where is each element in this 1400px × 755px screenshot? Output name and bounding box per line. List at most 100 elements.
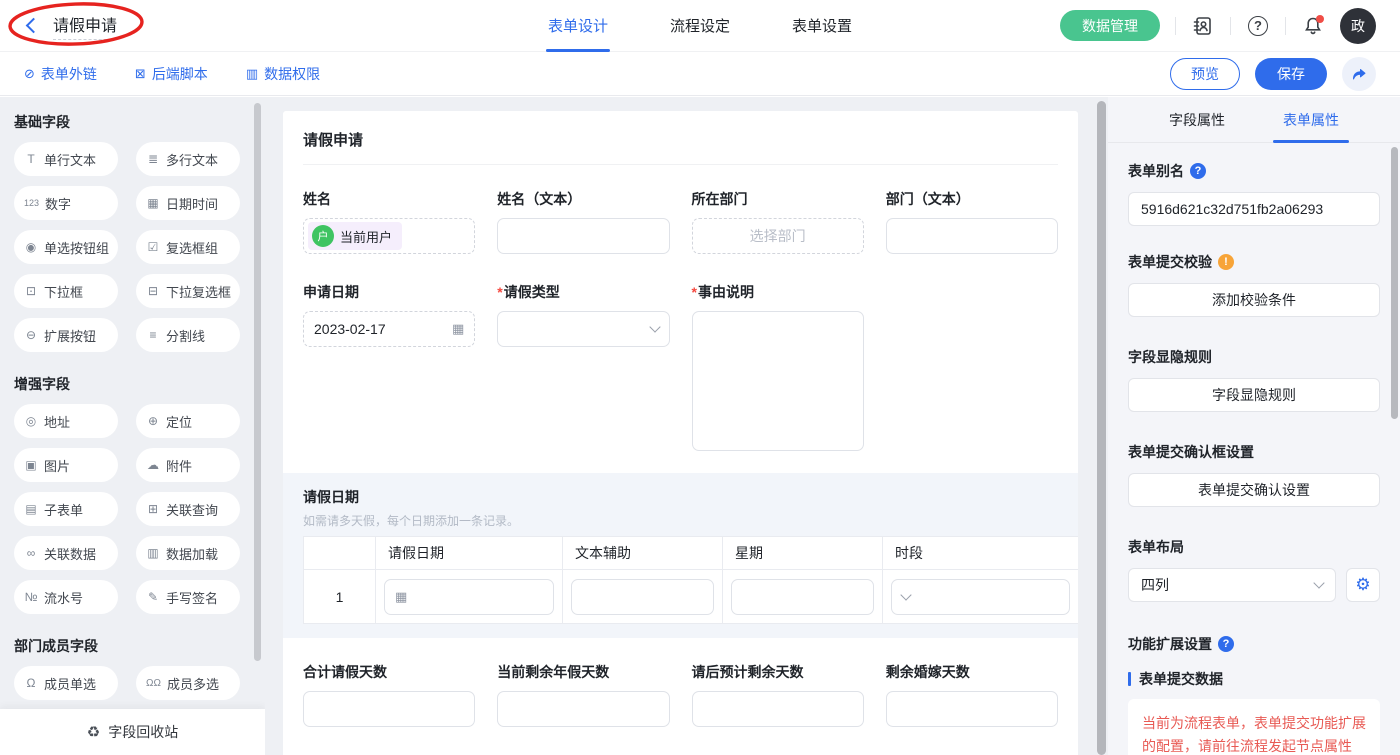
save-button[interactable]: 保存	[1255, 58, 1327, 90]
sidebar-item-address[interactable]: ◎地址	[14, 404, 118, 438]
backend-script-link[interactable]: ⊠ 后端脚本	[135, 64, 208, 84]
layout-gear-button[interactable]: ⚙	[1346, 568, 1380, 602]
cloud-upload-icon: ☁	[146, 458, 160, 472]
period-select[interactable]	[891, 579, 1070, 615]
preview-button[interactable]: 预览	[1170, 58, 1240, 90]
form-external-link[interactable]: ⊘ 表单外链	[24, 64, 97, 84]
sidebar-item-attachment[interactable]: ☁附件	[136, 448, 240, 482]
visibility-rules-button[interactable]: 字段显隐规则	[1128, 378, 1380, 412]
user-avatar[interactable]: 政	[1340, 8, 1376, 44]
weekday-input[interactable]	[731, 579, 874, 615]
sidebar-item-number[interactable]: 123数字	[14, 186, 118, 220]
field-recycle-bin[interactable]: ♻ 字段回收站	[0, 709, 265, 755]
sidebar-item-single-line-text[interactable]: T单行文本	[14, 142, 118, 176]
sidebar-item-multi-select[interactable]: ⊟下拉复选框	[136, 274, 240, 308]
divider	[1285, 17, 1286, 35]
sidebar-item-subform[interactable]: ▤子表单	[14, 492, 118, 526]
predicted-remaining-input[interactable]	[692, 691, 864, 727]
tab-form-properties[interactable]: 表单属性	[1283, 97, 1339, 143]
name-text-input[interactable]	[497, 218, 669, 254]
sidebar-scrollbar[interactable]	[254, 103, 261, 661]
data-manage-button[interactable]: 数据管理	[1060, 10, 1160, 41]
field-department-text[interactable]: 部门（文本）	[886, 189, 1058, 254]
remaining-marriage-input[interactable]	[886, 691, 1058, 727]
tab-form-setting[interactable]: 表单设置	[792, 0, 852, 52]
confirm-box-button[interactable]: 表单提交确认设置	[1128, 473, 1380, 507]
subform-table: 请假日期 文本辅助 星期 时段 1 ▦	[303, 536, 1078, 624]
sidebar-item-signature[interactable]: ✎手写签名	[136, 580, 240, 614]
page-title[interactable]: 请假申请	[53, 12, 117, 40]
item-label: 成员多选	[167, 674, 219, 693]
field-remaining-marriage[interactable]: 剩余婚嫁天数	[886, 662, 1058, 727]
department-picker[interactable]: 选择部门	[692, 218, 864, 254]
image-icon: ▣	[24, 458, 38, 472]
field-apply-date[interactable]: 申请日期 2023-02-17 ▦	[303, 282, 475, 451]
sidebar-item-divider[interactable]: ≡分割线	[136, 318, 240, 352]
sidebar-item-data-load[interactable]: ▥数据加载	[136, 536, 240, 570]
sidebar-item-checkbox-group[interactable]: ☑ 复选框组	[136, 230, 240, 264]
reason-textarea[interactable]	[692, 311, 864, 451]
address-book-icon[interactable]	[1191, 14, 1215, 38]
field-leave-type[interactable]: 请假类型	[497, 282, 669, 451]
layout-select[interactable]: 四列	[1128, 568, 1336, 602]
leave-dates-subform[interactable]: 请假日期 如需请多天假，每个日期添加一条记录。 请假日期 文本辅助 星期 时段 …	[283, 473, 1078, 638]
form-alias-input[interactable]: 5916d621c32d751fb2a06293	[1128, 192, 1380, 226]
remaining-annual-input[interactable]	[497, 691, 669, 727]
bell-icon[interactable]	[1301, 14, 1325, 38]
multi-line-text-icon: ≣	[146, 152, 160, 166]
add-validation-button[interactable]: 添加校验条件	[1128, 283, 1380, 317]
leave-date-input[interactable]: ▦	[384, 579, 554, 615]
item-label: 地址	[44, 412, 70, 431]
back-icon[interactable]	[26, 18, 42, 34]
field-name[interactable]: 姓名 户 当前用户	[303, 189, 475, 254]
total-days-input[interactable]	[303, 691, 475, 727]
calendar-icon: ▦	[146, 196, 160, 210]
share-arrow-icon	[1350, 65, 1368, 83]
checkbox-icon: ☑	[146, 240, 160, 254]
sidebar-item-extend-button[interactable]: ⊖扩展按钮	[14, 318, 118, 352]
department-text-input[interactable]	[886, 218, 1058, 254]
field-label: 姓名（文本）	[497, 189, 669, 209]
field-label: 事由说明	[692, 282, 864, 302]
dropdown-icon: ⊡	[24, 284, 38, 298]
help-icon[interactable]: ?	[1190, 163, 1206, 179]
sidebar-item-multi-line-text[interactable]: ≣多行文本	[136, 142, 240, 176]
item-label: 数字	[45, 194, 71, 213]
canvas-scrollbar[interactable]	[1097, 101, 1106, 755]
field-department[interactable]: 所在部门 选择部门	[692, 189, 864, 254]
item-label: 下拉复选框	[166, 282, 231, 301]
field-remaining-annual[interactable]: 当前剩余年假天数	[497, 662, 669, 727]
help-icon[interactable]: ?	[1218, 636, 1234, 652]
sidebar-item-location[interactable]: ⊕定位	[136, 404, 240, 438]
share-button[interactable]	[1342, 57, 1376, 91]
panel-scrollbar[interactable]	[1391, 147, 1398, 419]
sidebar-item-linked-data[interactable]: ∞关联数据	[14, 536, 118, 570]
subform-description: 如需请多天假，每个日期添加一条记录。	[303, 512, 1058, 529]
sidebar-item-image[interactable]: ▣图片	[14, 448, 118, 482]
field-name-text[interactable]: 姓名（文本）	[497, 189, 669, 254]
sidebar-item-serial-number[interactable]: №流水号	[14, 580, 118, 614]
item-label: 单选按钮组	[44, 238, 109, 257]
tab-field-properties[interactable]: 字段属性	[1169, 97, 1225, 143]
name-input[interactable]: 户 当前用户	[303, 218, 475, 254]
field-reason[interactable]: 事由说明	[692, 282, 864, 451]
sidebar-item-radio-group[interactable]: ◉单选按钮组	[14, 230, 118, 264]
field-label: 所在部门	[692, 189, 864, 209]
field-total-days[interactable]: 合计请假天数	[303, 662, 475, 727]
sidebar-item-linked-query[interactable]: ⊞关联查询	[136, 492, 240, 526]
item-label: 复选框组	[166, 238, 218, 257]
sidebar-item-member-multi[interactable]: ΩΩ成员多选	[136, 666, 240, 700]
sidebar-item-select[interactable]: ⊡下拉框	[14, 274, 118, 308]
warning-icon[interactable]: !	[1218, 254, 1234, 270]
current-user-tag[interactable]: 户 当前用户	[308, 222, 402, 250]
tab-flow-setting[interactable]: 流程设定	[670, 0, 730, 52]
field-predicted-remaining[interactable]: 请后预计剩余天数	[692, 662, 864, 727]
leave-type-select[interactable]	[497, 311, 669, 347]
data-permission-link[interactable]: ▥ 数据权限	[246, 64, 320, 84]
sidebar-item-datetime[interactable]: ▦日期时间	[136, 186, 240, 220]
tab-form-design[interactable]: 表单设计	[548, 0, 608, 52]
text-assist-input[interactable]	[571, 579, 714, 615]
help-icon[interactable]: ?	[1246, 14, 1270, 38]
apply-date-input[interactable]: 2023-02-17 ▦	[303, 311, 475, 347]
sidebar-item-member-single[interactable]: Ω成员单选	[14, 666, 118, 700]
